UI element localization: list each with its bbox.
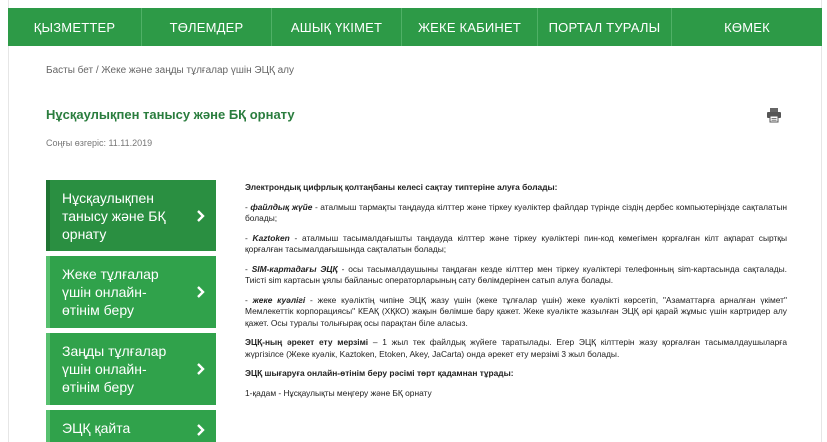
term-kaztoken: Kaztoken bbox=[252, 232, 290, 243]
content-paragraph-file-system: - файлдық жүйе - аталмыш тармақты таңдау… bbox=[245, 201, 787, 224]
sidebar-item-individual-application[interactable]: Жеке тұлғалар үшін онлайн-өтінім беру bbox=[46, 256, 216, 328]
sidebar-item-label: Заңды тұлғалар үшін онлайн-өтінім беру bbox=[62, 343, 167, 395]
page-title: Нұсқаулықпен танысу және БҚ орнату bbox=[46, 107, 295, 122]
content-paragraph-kaztoken: - Kaztoken - аталмыш тасымалдағышты таңд… bbox=[245, 232, 787, 255]
content-intro: Электрондық цифрлық қолтаңбаны келесі са… bbox=[245, 182, 558, 192]
sidebar-item-label: Жеке тұлғалар үшін онлайн-өтінім беру bbox=[62, 266, 159, 318]
term-validity: ЭЦҚ-ның әрекет ету мерзімі bbox=[245, 337, 369, 347]
nav-item-help[interactable]: КӨМЕК bbox=[672, 8, 822, 46]
side-menu: Нұсқаулықпен танысу және БҚ орнату Жеке … bbox=[46, 180, 216, 442]
chevron-right-icon bbox=[197, 363, 205, 375]
term-file-system: файлдық жүйе bbox=[250, 201, 313, 212]
content-paragraph-validity: ЭЦҚ-ның әрекет ету мерзімі – 1 жыл тек ф… bbox=[245, 337, 787, 360]
term-id-card: жеке куәлігі bbox=[252, 294, 306, 305]
content-paragraph-sim: - SIM-картадағы ЭЦҚ - осы тасымалдаушыны… bbox=[245, 263, 787, 286]
sidebar-item-reissue[interactable]: ЭЦҚ қайта шығару bbox=[46, 410, 216, 442]
breadcrumb[interactable]: Басты бет / Жеке және заңды тұлғалар үші… bbox=[46, 65, 294, 76]
chevron-right-icon bbox=[197, 424, 205, 436]
paragraph-text: - аталмыш тармақты таңдауда кілттер және… bbox=[245, 201, 787, 224]
nav-item-services[interactable]: ҚЫЗМЕТТЕР bbox=[8, 8, 142, 46]
chevron-right-icon bbox=[197, 209, 205, 222]
nav-item-open-government[interactable]: АШЫҚ ҮКІМЕТ bbox=[272, 8, 402, 46]
nav-item-payments[interactable]: ТӨЛЕМДЕР bbox=[142, 8, 272, 46]
nav-item-personal-cabinet[interactable]: ЖЕКЕ КАБИНЕТ bbox=[402, 8, 538, 46]
nav-item-about-portal[interactable]: ПОРТАЛ ТУРАЛЫ bbox=[538, 8, 672, 46]
paragraph-text: - жеке куәліктің чипіне ЭЦҚ жазу үшін (ж… bbox=[245, 294, 787, 328]
last-modified-date: Соңғы өзгеріс: 11.11.2019 bbox=[46, 138, 153, 148]
sidebar-item-label: ЭЦҚ қайта шығару bbox=[62, 420, 131, 442]
content-steps-heading: ЭЦҚ шығаруға онлайн-өтінім беру рәсімі т… bbox=[245, 368, 514, 378]
term-sim-card: SIM-картадағы ЭЦҚ bbox=[251, 263, 338, 274]
content-paragraph-id-card: - жеке куәлігі - жеке куәліктің чипіне Э… bbox=[245, 294, 787, 328]
sidebar-item-instructions[interactable]: Нұсқаулықпен танысу және БҚ орнату bbox=[46, 180, 216, 251]
chevron-right-icon bbox=[197, 286, 205, 298]
printer-icon[interactable] bbox=[765, 106, 783, 124]
sidebar-item-legal-application[interactable]: Заңды тұлғалар үшін онлайн-өтінім беру bbox=[46, 333, 216, 405]
content-step-1: 1-қадам - Нұсқаулықты меңгеру және БҚ ор… bbox=[245, 387, 432, 398]
sidebar-item-label: Нұсқаулықпен танысу және БҚ орнату bbox=[62, 190, 166, 242]
top-navigation: ҚЫЗМЕТТЕР ТӨЛЕМДЕР АШЫҚ ҮКІМЕТ ЖЕКЕ КАБИ… bbox=[8, 8, 822, 46]
paragraph-text: - аталмыш тасымалдағышты таңдауда кілтте… bbox=[245, 232, 787, 255]
main-content: Электрондық цифрлық қолтаңбаны келесі са… bbox=[245, 182, 787, 407]
